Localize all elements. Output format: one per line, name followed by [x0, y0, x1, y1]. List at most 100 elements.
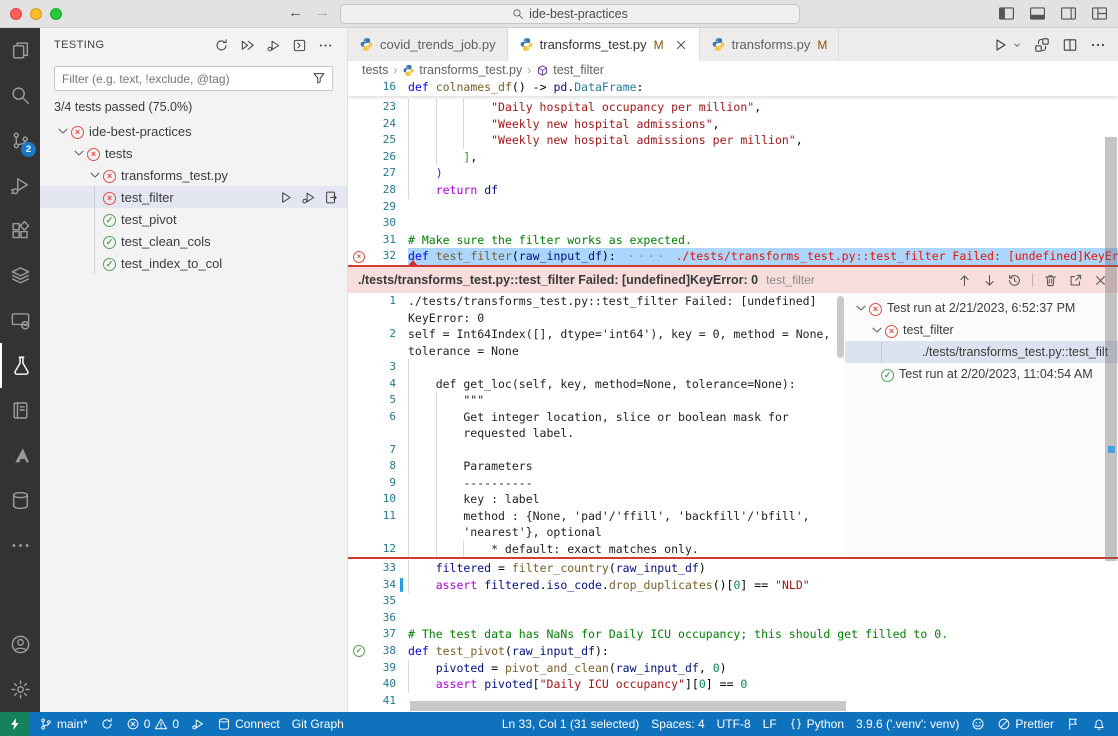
status-git-graph[interactable]: Git Graph [292, 717, 344, 731]
activity-item-remote-explorer[interactable] [0, 298, 40, 343]
workspace-name: ide-best-practices [529, 7, 628, 21]
peek-result-item[interactable]: ✓Test run at 2/20/2023, 11:04:54 AM [845, 363, 1118, 385]
activity-item-more[interactable] [0, 523, 40, 568]
more-button[interactable] [318, 38, 333, 53]
test-tree-item-ide-best-practices[interactable]: ×ide-best-practices [40, 120, 347, 142]
toggle-panel-left-button[interactable] [998, 5, 1015, 22]
open-changes-button[interactable] [1034, 37, 1050, 53]
toggle-layout-button[interactable] [1091, 5, 1108, 22]
activity-item-explorer[interactable] [0, 28, 40, 73]
peek-result-item[interactable]: ×test_filter [845, 319, 1118, 341]
test-filter-input[interactable] [54, 66, 333, 91]
activity-item-account[interactable] [0, 622, 40, 667]
navigate-forward-button[interactable]: → [315, 4, 330, 21]
remote-indicator[interactable] [0, 712, 30, 736]
status-language[interactable]: Python [789, 717, 844, 731]
run-debug-icon [10, 175, 31, 196]
minimize-window-button[interactable] [30, 8, 42, 20]
peek-history-button[interactable] [1007, 273, 1022, 288]
activity-item-extensions[interactable] [0, 208, 40, 253]
peek-arrow-up-button[interactable] [957, 273, 972, 288]
tab-covid_trends_job.py[interactable]: covid_trends_job.py [348, 28, 508, 61]
gutter-test-failed-icon[interactable]: × [348, 248, 370, 265]
run-file-button[interactable] [992, 37, 1008, 53]
test-failed-icon: × [869, 301, 882, 316]
test-tree-item-tests[interactable]: ×tests [40, 142, 347, 164]
status-eol[interactable]: LF [763, 717, 777, 731]
status-debug[interactable] [191, 717, 205, 731]
navigate-back-button[interactable]: ← [288, 4, 303, 21]
activity-item-notebook[interactable] [0, 388, 40, 433]
breadcrumb-item[interactable]: tests [362, 63, 388, 77]
activity-item-database[interactable] [0, 478, 40, 523]
split-editor-button[interactable] [1062, 37, 1078, 53]
tab-transforms.py[interactable]: transforms.pyM [700, 28, 840, 61]
breadcrumb-item[interactable]: transforms_test.py [402, 63, 522, 77]
close-tab-icon[interactable] [674, 38, 688, 52]
activity-item-layers[interactable] [0, 253, 40, 298]
status-sync[interactable] [100, 717, 114, 731]
result-label: ./tests/transforms_test.py::test_filt [922, 345, 1108, 359]
test-tree-item-test_filter[interactable]: ×test_filter [40, 186, 347, 208]
code-editor: 16def colnames_df() -> pd.DataFrame: 23 … [348, 79, 1118, 712]
activity-item-source-control[interactable]: 2 [0, 118, 40, 163]
peek-result-item[interactable]: ./tests/transforms_test.py::test_filt [845, 341, 1118, 363]
chevron-down-icon[interactable] [853, 300, 869, 316]
test-tree-item-test_index_to_col[interactable]: ✓test_index_to_col [40, 252, 347, 274]
test-failed-icon: × [87, 145, 100, 161]
status-cursor-position[interactable]: Ln 33, Col 1 (31 selected) [502, 717, 639, 731]
status-feedback[interactable] [971, 717, 985, 731]
toggle-panel-bottom-button[interactable] [1029, 5, 1046, 22]
goto-file-test-button[interactable] [324, 190, 339, 205]
output-box-button[interactable] [292, 38, 307, 53]
activity-item-azure[interactable] [0, 433, 40, 478]
more-actions-button[interactable] [1090, 37, 1106, 53]
run-options-chevron[interactable] [1012, 40, 1022, 50]
peek-open-external-button[interactable] [1068, 273, 1083, 288]
toggle-panel-right-button[interactable] [1060, 5, 1077, 22]
gutter-test-passed-icon[interactable]: ✓ [348, 643, 370, 660]
status-prettier[interactable]: Prettier [997, 717, 1054, 731]
status-connect[interactable]: Connect [217, 717, 280, 731]
chevron-down-icon[interactable] [55, 123, 71, 139]
status-label: Prettier [1015, 717, 1054, 731]
refresh-button[interactable] [214, 38, 229, 53]
notebook-icon [10, 400, 31, 421]
status-notifications[interactable] [1092, 717, 1106, 731]
test-tree-item-test_clean_cols[interactable]: ✓test_clean_cols [40, 230, 347, 252]
status-flag[interactable] [1066, 717, 1080, 731]
activity-item-testing[interactable] [0, 343, 40, 388]
command-center-search[interactable]: ide-best-practices [340, 4, 800, 24]
close-window-button[interactable] [10, 8, 22, 20]
code-line-25: 25 "Weekly new hospital admissions per m… [348, 132, 1118, 149]
chevron-down-icon[interactable] [869, 322, 885, 338]
funnel-icon[interactable] [312, 71, 326, 85]
zoom-window-button[interactable] [50, 8, 62, 20]
test-tree-item-transforms_test.py[interactable]: ×transforms_test.py [40, 164, 347, 186]
tab-transforms_test.py[interactable]: transforms_test.pyM [508, 28, 700, 61]
chevron-down-icon[interactable] [71, 145, 87, 161]
sync-icon [100, 717, 114, 731]
activity-item-settings[interactable] [0, 667, 40, 712]
peek-arrow-down-button[interactable] [982, 273, 997, 288]
peek-result-item[interactable]: ×Test run at 2/21/2023, 6:52:37 PM [845, 297, 1118, 319]
activity-item-search[interactable] [0, 73, 40, 118]
search-icon [512, 8, 524, 20]
status-encoding[interactable]: UTF-8 [717, 717, 751, 731]
run-all-button[interactable] [240, 38, 255, 53]
status-problems[interactable]: 00 [126, 717, 179, 731]
peek-trash-button[interactable] [1043, 273, 1058, 288]
layers-icon [10, 265, 31, 286]
status-indentation[interactable]: Spaces: 4 [651, 717, 704, 731]
debug-run-test-button[interactable] [301, 190, 316, 205]
status-branch[interactable]: main* [39, 717, 88, 731]
status-python-interpreter[interactable]: 3.9.6 ('.venv': venv) [856, 717, 959, 731]
activity-item-run-debug[interactable] [0, 163, 40, 208]
chevron-down-icon[interactable] [87, 167, 103, 183]
breadcrumb-item[interactable]: test_filter [536, 63, 604, 77]
run-test-button[interactable] [278, 190, 293, 205]
debug-run-button[interactable] [266, 38, 281, 53]
test-tree-item-test_pivot[interactable]: ✓test_pivot [40, 208, 347, 230]
horizontal-scrollbar-thumb[interactable] [410, 701, 846, 711]
vertical-scrollbar-thumb[interactable] [1105, 137, 1117, 561]
